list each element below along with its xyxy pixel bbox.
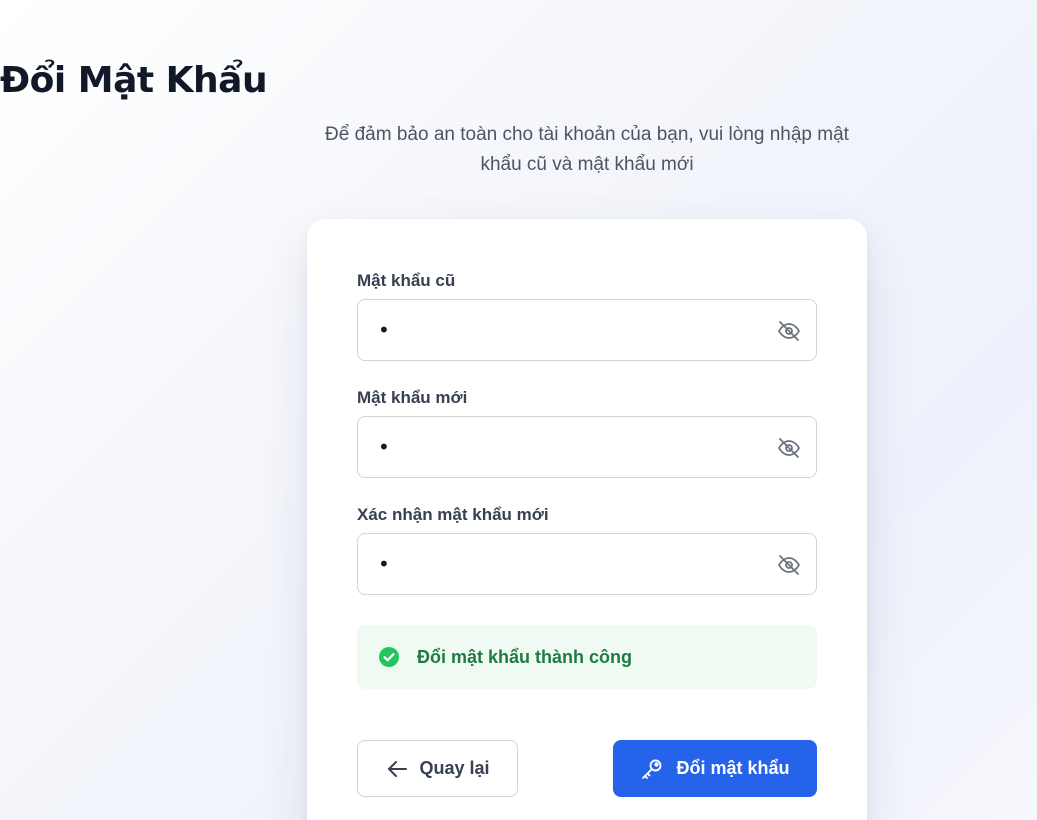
back-button-label: Quay lại <box>419 758 490 778</box>
page-subtitle: Để đảm bảo an toàn cho tài khoản của bạn… <box>325 124 849 175</box>
change-password-button[interactable]: Đổi mật khẩu <box>613 740 817 797</box>
change-password-button-label: Đổi mật khẩu <box>676 758 790 778</box>
success-message: Đổi mật khẩu thành công <box>417 647 633 667</box>
confirm-password-label: Xác nhận mật khẩu mới <box>357 505 549 524</box>
new-password-input[interactable] <box>358 417 758 477</box>
eye-off-icon[interactable] <box>776 552 802 578</box>
eye-off-icon[interactable] <box>776 318 802 344</box>
eye-off-icon[interactable] <box>776 435 802 461</box>
arrow-left-icon <box>385 757 409 781</box>
old-password-field[interactable] <box>357 299 817 361</box>
change-password-card: Mật khẩu cũ Mật khẩu mới Xác nhận mật kh… <box>307 219 867 820</box>
page-title: Đổi Mật Khẩu <box>0 60 268 101</box>
back-button[interactable]: Quay lại <box>357 740 518 797</box>
new-password-field[interactable] <box>357 416 817 478</box>
confirm-password-input[interactable] <box>358 534 758 594</box>
check-circle-icon <box>379 647 399 667</box>
success-alert: Đổi mật khẩu thành công <box>357 625 817 689</box>
key-icon <box>640 757 664 781</box>
new-password-label: Mật khẩu mới <box>357 388 468 407</box>
confirm-password-field[interactable] <box>357 533 817 595</box>
old-password-input[interactable] <box>358 300 758 360</box>
old-password-label: Mật khẩu cũ <box>357 271 456 290</box>
